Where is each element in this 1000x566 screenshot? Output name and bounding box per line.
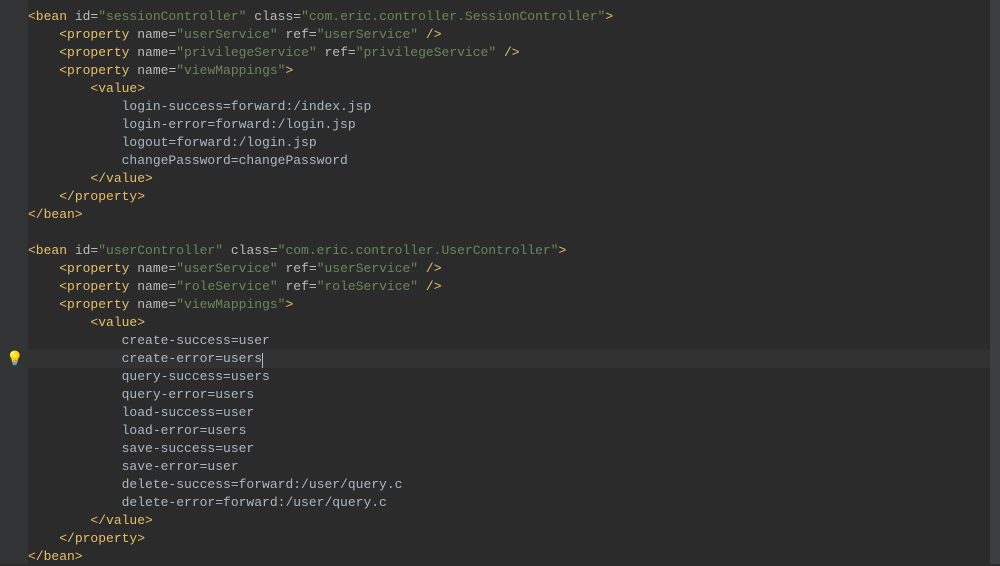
xml-tag: </property> [59,531,145,546]
vertical-scrollbar[interactable] [990,0,1000,564]
xml-text: query-error=users [28,387,254,402]
xml-text: save-error=user [28,459,239,474]
xml-tag: <bean [28,243,75,258]
xml-tag: <bean [28,9,75,24]
xml-attr: ref= [278,27,317,42]
xml-attr: name= [137,45,176,60]
xml-value: "com.eric.controller.UserController" [278,243,559,258]
xml-text: delete-error=forward:/user/query.c [28,495,387,510]
xml-tag: > [559,243,567,258]
xml-value: "userService" [176,27,277,42]
code-editor-content[interactable]: <bean id="sessionController" class="com.… [28,8,613,566]
xml-value: "com.eric.controller.SessionController" [301,9,605,24]
xml-text: create-error=user [28,351,254,366]
intention-bulb-icon[interactable]: 💡 [6,351,20,365]
xml-text: save-success=user [28,441,254,456]
xml-text: login-error=forward:/login.jsp [28,117,356,132]
xml-attr: ref= [278,279,317,294]
xml-tag: </value> [90,171,152,186]
xml-attr: id= [75,243,98,258]
xml-tag: > [285,63,293,78]
xml-attr: class= [223,243,278,258]
xml-value: "viewMappings" [176,297,285,312]
xml-text: changePassword=changePassword [28,153,348,168]
xml-text: create-success=user [28,333,270,348]
xml-text: s [254,351,262,366]
xml-tag: <property [59,63,137,78]
xml-text: login-success=forward:/index.jsp [28,99,371,114]
xml-attr: ref= [278,261,317,276]
xml-tag: > [605,9,613,24]
xml-attr: name= [137,27,176,42]
xml-tag: <property [59,45,137,60]
xml-attr: name= [137,261,176,276]
xml-text: load-success=user [28,405,254,420]
xml-attr: ref= [317,45,356,60]
xml-value: "userService" [317,261,418,276]
text-cursor [262,353,263,368]
xml-value: "privilegeService" [356,45,496,60]
xml-value: "roleService" [176,279,277,294]
xml-text: logout=forward:/login.jsp [28,135,317,150]
xml-value: "userService" [317,27,418,42]
xml-tag: /> [496,45,519,60]
xml-value: "userService" [176,261,277,276]
xml-value: "privilegeService" [176,45,316,60]
xml-text: load-error=users [28,423,246,438]
xml-attr: name= [137,279,176,294]
xml-tag: </bean> [28,549,83,564]
xml-tag: /> [418,27,441,42]
xml-tag: > [285,297,293,312]
xml-tag: /> [418,261,441,276]
xml-tag: <value> [90,81,145,96]
xml-attr: id= [75,9,98,24]
xml-tag: </property> [59,189,145,204]
xml-value: "sessionController" [98,9,246,24]
xml-tag: <property [59,297,137,312]
xml-attr: class= [246,9,301,24]
xml-attr: name= [137,297,176,312]
xml-text: delete-success=forward:/user/query.c [28,477,402,492]
xml-tag: <property [59,261,137,276]
xml-tag: </bean> [28,207,83,222]
xml-value: "viewMappings" [176,63,285,78]
xml-text: query-success=users [28,369,270,384]
xml-tag: /> [418,279,441,294]
xml-value: "userController" [98,243,223,258]
xml-tag: <property [59,279,137,294]
xml-tag: </value> [90,513,152,528]
xml-tag: <property [59,27,137,42]
xml-attr: name= [137,63,176,78]
xml-tag: <value> [90,315,145,330]
editor-gutter [0,0,28,564]
xml-value: "roleService" [317,279,418,294]
